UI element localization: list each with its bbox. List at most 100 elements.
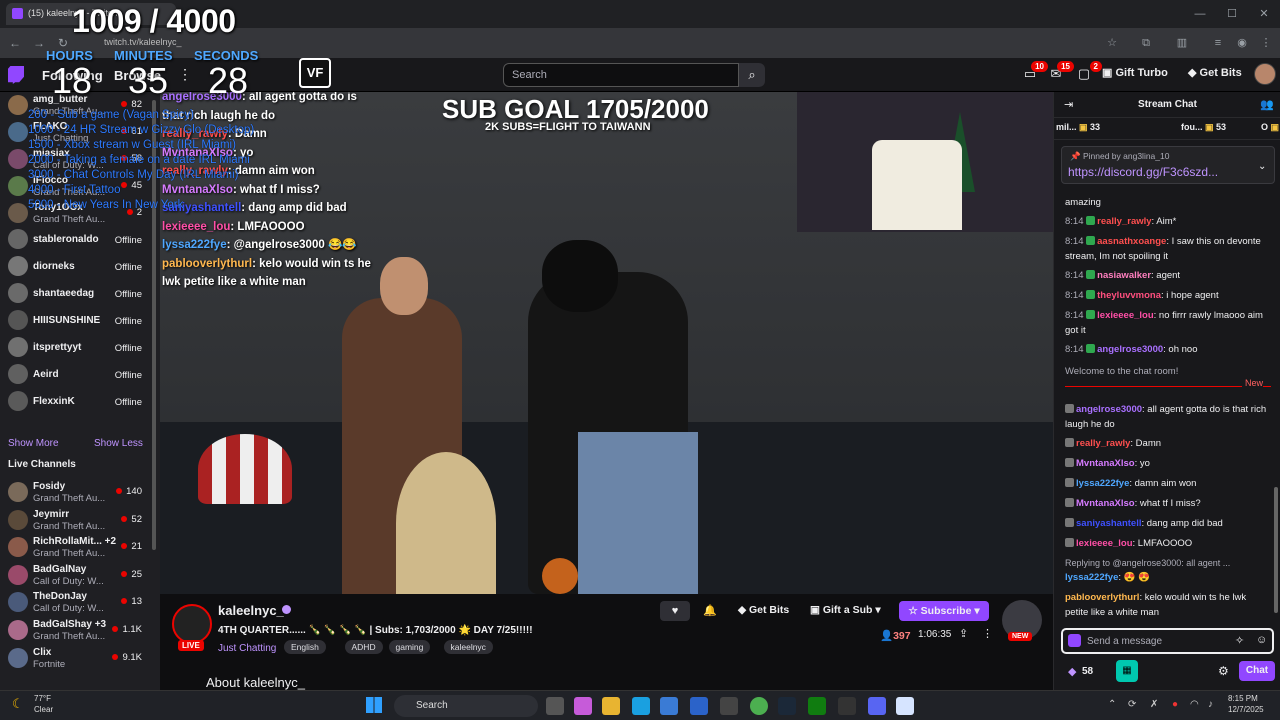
chat-username[interactable]: angelrose3000 [1076,404,1142,415]
back-icon[interactable]: ← [6,34,24,52]
file-explorer-icon[interactable] [602,697,620,715]
weather-moon-icon[interactable]: ☾ [12,696,24,712]
bookmark-star-icon[interactable]: ☆ [1104,35,1120,51]
settings-icon[interactable] [720,697,738,715]
channel-avatar[interactable] [172,604,212,644]
steam-icon[interactable] [778,697,796,715]
chat-username[interactable]: nasiawalker [1097,270,1151,281]
profile-icon[interactable]: ◉ [1234,35,1250,51]
sidebar-channel-offline[interactable]: shantaeedag Offline [0,283,150,309]
chat-username[interactable]: lyssa222fye [1076,478,1129,489]
tray-mute-icon[interactable]: ✗ [1150,699,1158,710]
tray-chevron-icon[interactable]: ⌃ [1108,699,1116,710]
chat-username[interactable]: really_rawly [1076,438,1130,449]
taskbar-search[interactable]: Search [394,695,538,717]
close-icon[interactable]: ✕ [1248,0,1280,28]
notification-bell-icon[interactable]: 🔔 [697,601,723,621]
live-channel[interactable]: Jeymirr Grand Theft Au... 52 [0,507,150,533]
live-channel[interactable]: TheDonJay Call of Duty: W... 13 [0,589,150,615]
chat-username[interactable]: MvntanaXlso [1076,498,1135,509]
bits-cheer-icon[interactable]: ✧ [1235,634,1244,647]
video-player[interactable]: SUB GOAL 1705/2000 2K SUBS=FLIGHT TO TAI… [160,92,1053,594]
get-bits-button[interactable]: ◆ Get Bits [1188,66,1242,79]
search-icon[interactable]: ⌕ [739,63,765,87]
sidebar-channel-offline[interactable]: FlexxinK Offline [0,391,150,417]
twitch-logo-icon[interactable] [8,66,24,84]
maximize-icon[interactable]: ☐ [1216,0,1248,28]
pinned-link[interactable]: https://discord.gg/F3c6szd... [1068,165,1218,179]
share-icon[interactable]: ⇪ [959,627,968,640]
media-icon[interactable]: ≡ [1210,35,1226,51]
chat-input[interactable]: Send a message ✧ ☺ [1061,628,1274,654]
chrome-icon[interactable] [750,697,768,715]
get-bits-channel-button[interactable]: ◆ Get Bits [738,601,789,619]
more-icon[interactable]: ⋮ [982,627,993,640]
copilot-icon[interactable] [574,697,592,715]
search-input[interactable]: Search [503,63,739,87]
stream-tag[interactable]: gaming [388,640,431,654]
live-channel[interactable]: BadGalNay Call of Duty: W... 25 [0,562,150,588]
vf-logo[interactable]: VF [299,58,331,88]
clock-time[interactable]: 8:15 PM [1228,694,1258,703]
sidebar-channel-offline[interactable]: Aeird Offline [0,364,150,390]
show-more-link[interactable]: Show More [8,438,59,449]
tray-mic-icon[interactable]: ● [1172,699,1178,710]
notifications-icon[interactable]: ▭ 10 [1020,61,1048,84]
channel-name[interactable]: kaleelnyc_ [218,603,284,618]
more-options-icon[interactable]: ⋮ [178,66,192,83]
chat-username[interactable]: angelrose3000 [1097,344,1163,355]
channel-points-icon[interactable]: ▦ [1116,660,1138,682]
windows-start-icon[interactable] [366,697,382,713]
chat-username[interactable]: pablooverlythurl [1065,592,1139,603]
epic-games-icon[interactable] [838,697,856,715]
chat-username[interactable]: really_rawly [1097,216,1151,227]
leaderboard-entry[interactable]: O ▣ [1261,122,1279,133]
chat-username[interactable]: lexieeee_lou [1076,538,1133,549]
live-channel[interactable]: BadGalShay +3 Grand Theft Au... 1.1K [0,617,150,643]
users-icon[interactable]: 👥 [1260,98,1274,111]
discord-icon[interactable] [868,697,886,715]
emote-picker-icon[interactable]: ☺ [1256,634,1267,646]
stream-tag[interactable]: kaleelnyc [443,640,493,654]
sidepanel-icon[interactable]: ▥ [1174,35,1190,51]
chat-username[interactable]: aasnathxoange [1097,236,1166,247]
sidebar-channel-offline[interactable]: diorneks Offline [0,256,150,282]
live-channel[interactable]: Fosidy Grand Theft Au... 140 [0,479,150,505]
stream-tag[interactable]: English [284,640,326,654]
stream-tag[interactable]: ADHD [344,640,383,654]
whispers-icon[interactable]: ▢ 2 [1074,61,1102,84]
notepad-icon[interactable] [896,697,914,715]
pinned-message[interactable]: 📌 Pinned by ang3lina_10 https://discord.… [1061,146,1275,184]
outlook-icon[interactable] [690,697,708,715]
chat-username[interactable]: lyssa222fye [1065,572,1118,583]
xbox-icon[interactable] [808,697,826,715]
edge-icon[interactable] [632,697,650,715]
leaderboard-entry[interactable]: mil... ▣ 33 [1056,122,1100,133]
extensions-icon[interactable]: ⧉ [1138,35,1154,51]
sidebar-channel-offline[interactable]: itsprettyyt Offline [0,337,150,363]
chat-username[interactable]: lexieeee_lou [1097,310,1154,321]
volume-icon[interactable]: ♪ [1208,699,1213,710]
chat-settings-gear-icon[interactable]: ⚙ [1218,664,1229,678]
chat-scrollbar[interactable] [1274,487,1278,613]
show-less-link[interactable]: Show Less [94,438,143,449]
gift-turbo-button[interactable]: ▣ Gift Turbo [1102,66,1168,79]
tray-app-icon[interactable]: ⟳ [1128,699,1136,710]
chat-username[interactable]: MvntanaXlso [1076,458,1135,469]
live-channel[interactable]: Clix Fortnite 9.1K [0,645,150,671]
chat-username[interactable]: saniyashantell [1076,518,1141,529]
store-icon[interactable] [660,697,678,715]
wifi-icon[interactable]: ◠ [1190,699,1199,710]
chat-send-button[interactable]: Chat [1239,661,1275,681]
follow-heart-icon[interactable]: ♥ [660,601,690,621]
inbox-icon[interactable]: ✉ 15 [1046,61,1074,84]
live-channel[interactable]: RichRollaMit... +2 Grand Theft Au... 21 [0,534,150,560]
gift-sub-button[interactable]: ▣ Gift a Sub ▾ [810,601,881,619]
subscribe-button[interactable]: ☆ Subscribe ▾ [899,601,989,621]
chevron-down-icon[interactable]: ⌄ [1258,161,1266,172]
user-avatar[interactable] [1254,63,1276,85]
sidebar-channel-offline[interactable]: HIIISUNSHINE Offline [0,310,150,336]
task-view-icon[interactable] [546,697,564,715]
clock-date[interactable]: 12/7/2025 [1228,705,1264,714]
leaderboard-entry[interactable]: fou... ▣ 53 [1181,122,1226,133]
